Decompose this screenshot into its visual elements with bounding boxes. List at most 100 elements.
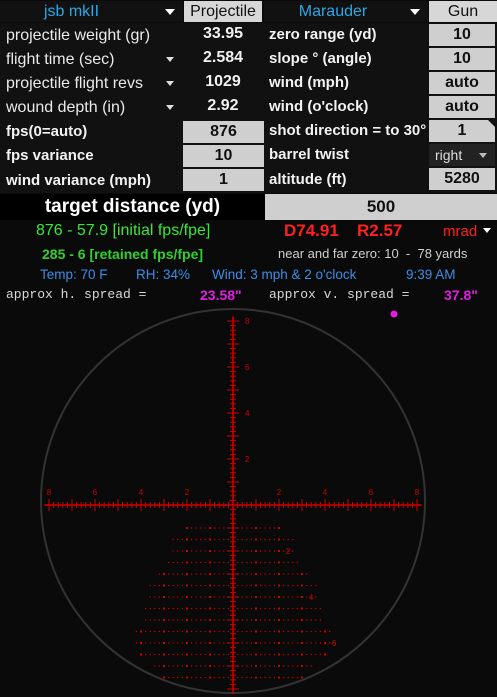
altitude-input[interactable]: 5280 [429,168,495,190]
flight-revs-select[interactable]: projectile flight revs [6,72,182,96]
wind-clock-input[interactable]: auto [429,96,495,118]
gun-select[interactable]: Marauder [264,1,428,22]
barrel-twist-select[interactable]: right [429,144,495,166]
holdover-dot [218,527,220,529]
h-spread-label: approx h. spread = [6,287,147,302]
holdover-dot [204,630,206,633]
holdover-dot [149,584,151,587]
shot-direction-input[interactable]: 1 [429,120,495,142]
holdover-dot [227,607,229,610]
holdover-dot [255,653,257,656]
holdover-dot [163,573,165,575]
holdover-label: 2 [286,547,291,556]
holdover-dot [204,653,206,656]
holdover-dot [287,584,289,587]
initial-fps-fpe: 876 - 57.9 [initial fps/fpe] [36,222,211,239]
chevron-down-icon [165,9,175,15]
holdover-dot [273,665,275,667]
flight-revs-label: projectile flight revs [6,75,143,92]
holdover-dot [145,653,147,656]
holdover-dot [223,619,225,621]
horizontal-mil-label: 2 [277,488,282,497]
holdover-dot [195,619,197,621]
holdover-dot [296,573,298,575]
holdover-dot [296,619,298,621]
holdover-dot [292,676,294,679]
holdover-dot [255,527,257,529]
holdover-dot [246,550,248,552]
holdover-dot [264,619,266,621]
holdover-dot [296,630,298,633]
holdover-dot [260,676,262,679]
holdover-dot [296,642,298,644]
holdover-dot [181,584,183,587]
holdover-dot [255,538,257,541]
projectile-select[interactable]: jsb mkII [0,1,183,22]
holdover-dot [246,642,248,644]
holdover-dot [223,527,225,529]
holdover-dot [172,584,174,587]
holdover-dot [269,550,271,552]
holdover-dot [264,630,266,633]
slope-input[interactable]: 10 [429,48,495,70]
near-far-zero: near and far zero: 10 - 78 yards [278,246,468,261]
holdover-dot [269,527,271,529]
holdover-dot [200,584,202,587]
barrel-twist-label: barrel twist [269,146,350,163]
holdover-dot [315,630,317,633]
holdover-dot [209,676,211,679]
holdover-dot [250,573,252,575]
holdover-dot [172,676,174,679]
holdover-dot [214,596,216,598]
holdover-dot [227,573,229,575]
holdover-dot [237,573,239,575]
zero-range-input[interactable]: 10 [429,24,495,46]
holdover-dot [255,573,257,575]
holdover-dot [260,584,262,587]
holdover-dot [209,550,211,552]
tab-gun[interactable]: Gun [429,1,497,22]
holdover-dot [200,538,202,541]
windage-value: R2.57 [357,221,403,240]
holdover-dot [283,561,285,564]
holdover-dot [168,584,170,587]
holdover-dot [250,665,252,667]
fps-input[interactable]: 876 [183,121,264,143]
wind-variance-input[interactable]: 1 [183,169,264,191]
unit-select[interactable]: mrad [443,222,495,242]
holdover-dot [214,584,216,587]
holdover-dot [301,665,303,667]
holdover-dot [177,653,179,656]
v-spread-label: approx v. spread = [269,287,410,302]
target-distance-input[interactable]: 500 [265,194,497,220]
holdover-dot [255,596,257,598]
holdover-dot [241,561,243,564]
holdover-dot [195,596,197,598]
holdover-dot [209,619,211,621]
holdover-dot [260,561,262,564]
slope-label: slope ° (angle) [269,50,372,67]
holdover-dot [260,550,262,552]
wind-mph-input[interactable]: auto [429,72,495,94]
holdover-dot [329,630,331,633]
holdover-dot [223,584,225,587]
tab-projectile[interactable]: Projectile [184,1,262,22]
holdover-dot [278,607,280,610]
wound-depth-select[interactable]: wound depth (in) [6,96,182,120]
holdover-dot [255,607,257,610]
weather-time: 9:39 AM [406,267,456,282]
holdover-dot [204,607,206,610]
holdover-dot [227,538,229,541]
holdover-dot [237,607,239,610]
holdover-dot [296,676,298,679]
holdover-dot [269,538,271,541]
holdover-dot [255,642,257,644]
holdover-dot [163,596,165,598]
holdover-dot [177,538,179,541]
holdover-dot [264,550,266,552]
holdover-label: 4 [309,593,314,602]
holdover-dot [301,619,303,621]
horizontal-mil-label: 4 [323,488,328,497]
fps-variance-input[interactable]: 10 [183,145,264,167]
flight-time-select[interactable]: flight time (sec) [6,48,182,72]
